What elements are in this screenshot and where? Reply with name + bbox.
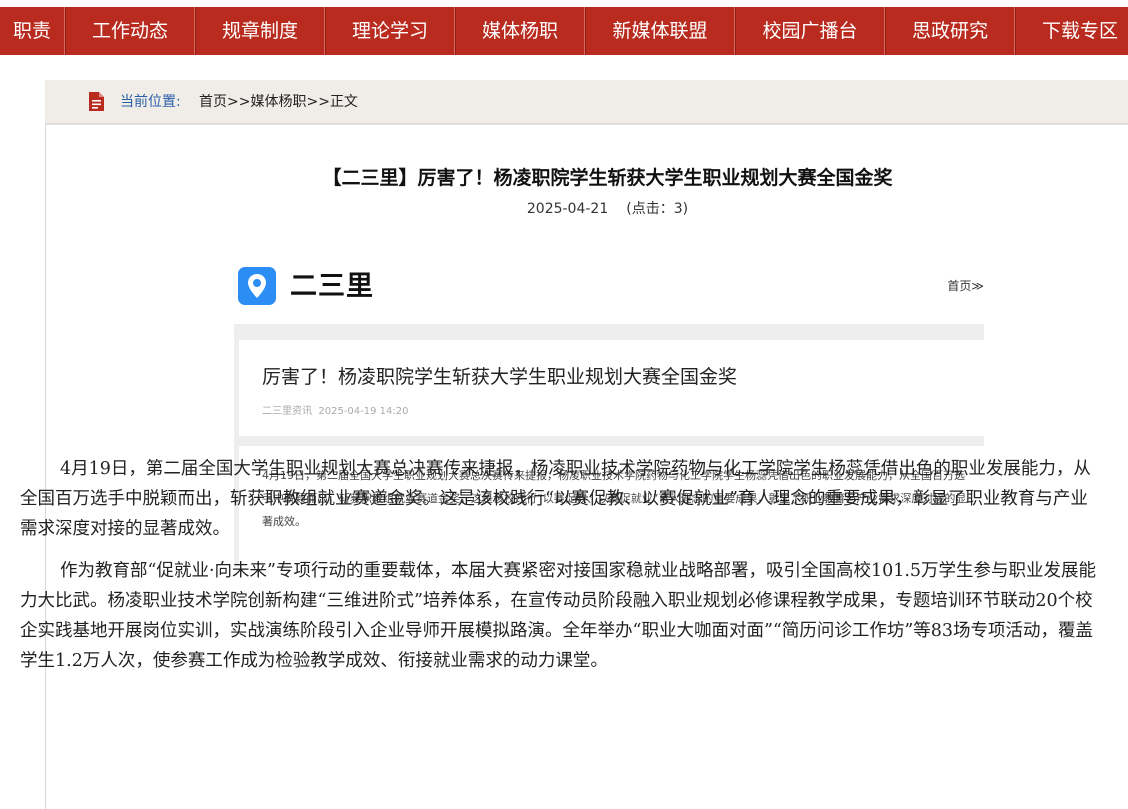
embed-card-title: 厉害了！杨凌职院学生斩获大学生职业规划大赛全国金奖 [262,366,738,388]
article-hits-count: 3 [673,201,683,217]
embed-home-link[interactable]: 首页≫ [947,277,984,294]
embed-card-meta: 二三里资讯 2025-04-19 14:20 [262,402,408,417]
breadcrumb-path: 首页>>媒体杨职>>正文 [199,80,358,124]
article-hits-label: (点击： [626,201,674,217]
article-paragraph: 作为教育部“促就业·向未来”专项行动的重要载体，本届大赛紧密对接国家稳就业战略部… [20,561,1097,671]
nav-item-downloads[interactable]: 下载专区 [1015,7,1128,55]
breadcrumb-home-link[interactable]: 首页 [199,94,227,110]
breadcrumb-section-link[interactable]: 媒体杨职 [250,94,306,110]
embed-card-source: 二三里资讯 [262,406,312,417]
nav-item-media[interactable]: 媒体杨职 [455,7,585,55]
nav-item-theory-study[interactable]: 理论学习 [325,7,455,55]
nav-item-work-news[interactable]: 工作动态 [65,7,195,55]
embed-news-card: 厉害了！杨凌职院学生斩获大学生职业规划大赛全国金奖 二三里资讯 2025-04-… [239,340,984,436]
nav-item-regulations[interactable]: 规章制度 [195,7,325,55]
document-icon [89,92,104,111]
article-title: 【二三里】厉害了！杨凌职院学生斩获大学生职业规划大赛全国金奖 [322,167,893,189]
nav-item-ideology-research[interactable]: 思政研究 [885,7,1015,55]
nav-item-duties[interactable]: 职责 [0,7,65,55]
article-hits-close: ) [682,201,689,217]
embed-card-time: 2025-04-19 14:20 [318,406,409,417]
article-meta: 2025-04-21 (点击：3) [46,198,1128,218]
top-nav: 职责 工作动态 规章制度 理论学习 媒体杨职 新媒体联盟 校园广播台 思政研究 … [0,7,1128,55]
article-date: 2025-04-21 [526,201,609,217]
breadcrumb-separator: >> [306,94,330,110]
breadcrumb-label: 当前位置: [120,94,181,110]
app-name: 二三里 [290,271,374,302]
breadcrumb: 当前位置: 首页>>媒体杨职>>正文 [45,80,1128,124]
article-paragraph: 4月19日，第二届全国大学生职业规划大赛总决赛传来捷报，杨凌职业技术学院药物与化… [20,459,1091,539]
location-pin-icon [238,267,276,305]
breadcrumb-current: 正文 [329,94,358,110]
breadcrumb-separator: >> [227,94,251,110]
nav-item-new-media-alliance[interactable]: 新媒体联盟 [585,7,735,55]
nav-item-campus-radio[interactable]: 校园广播台 [735,7,885,55]
